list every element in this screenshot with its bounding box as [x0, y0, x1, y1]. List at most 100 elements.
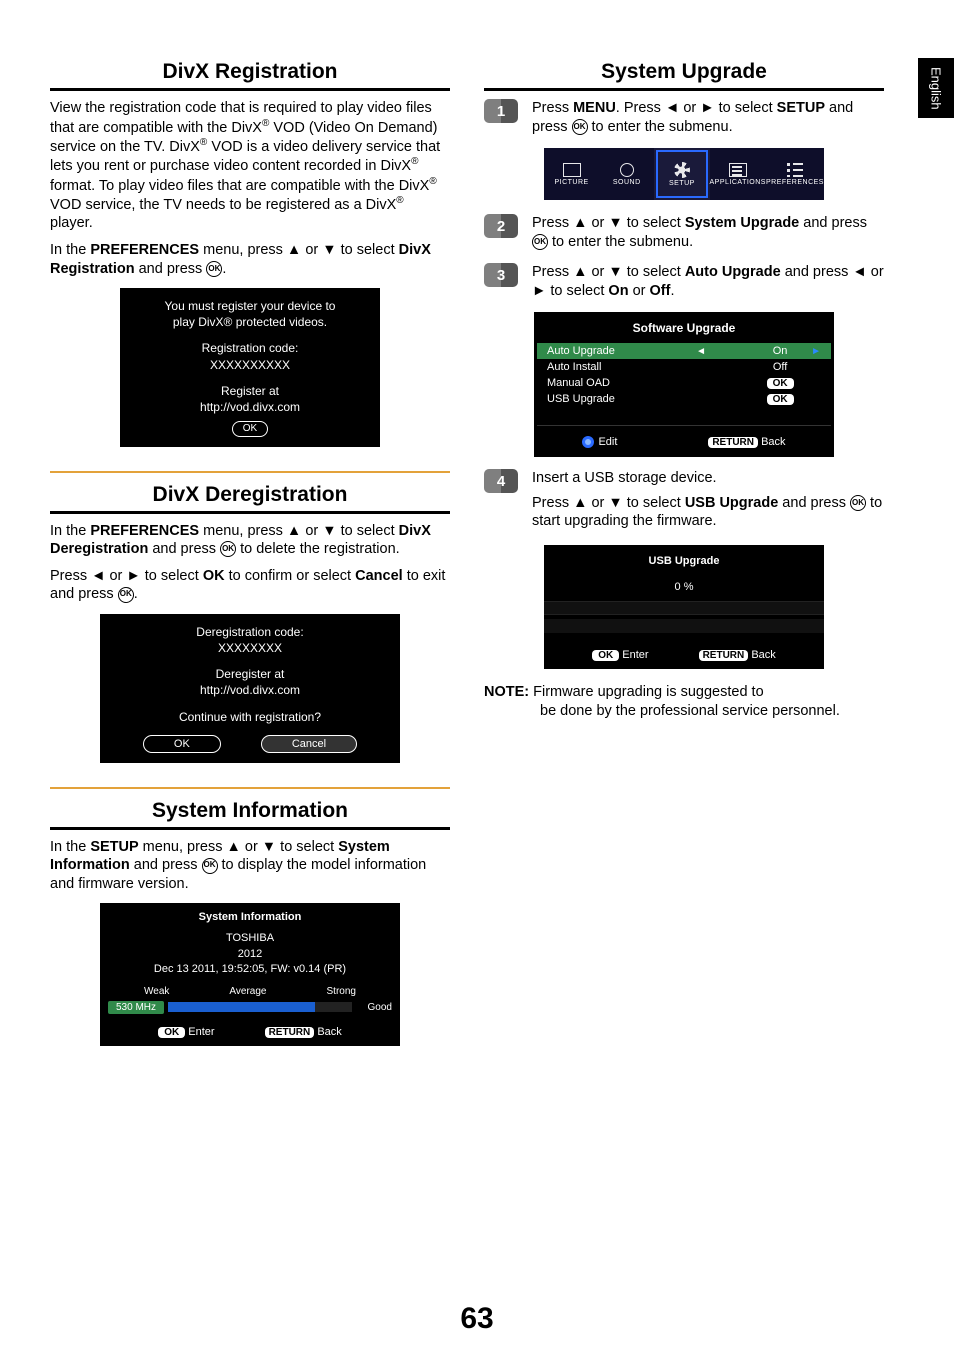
divx-dereg-p1: In the PREFERENCES menu, press ▲ or ▼ to… [50, 522, 450, 559]
system-information-heading: System Information [50, 799, 450, 830]
ok-button[interactable]: OK [143, 735, 221, 753]
divx-reg-instruction: In the PREFERENCES menu, press ▲ or ▼ to… [50, 241, 450, 278]
signal-strong: Strong [327, 986, 356, 997]
t: MENU [573, 100, 616, 116]
t: to enter the submenu. [548, 234, 693, 250]
setup-menu-bar: PICTURE SOUND SETUP APPLICATIONS PREFERE… [544, 148, 824, 200]
divider [50, 787, 450, 789]
t: In the [50, 839, 90, 855]
menu-preferences[interactable]: PREFERENCES [766, 148, 824, 200]
menu-sound[interactable]: SOUND [599, 148, 654, 200]
t: menu, press ▲ or ▼ to select [199, 523, 399, 539]
ok-enter: OK Enter [592, 649, 648, 661]
signal-bar [168, 1002, 352, 1012]
row-label: USB Upgrade [547, 393, 647, 405]
register-url: http://vod.divx.com [128, 399, 372, 415]
panel-line: play DivX® protected videos. [128, 314, 372, 330]
sw-panel-title: Software Upgrade [537, 315, 831, 343]
disc-icon [582, 436, 594, 448]
divx-dereg-p2: Press ◄ or ► to select OK to confirm or … [50, 567, 450, 604]
row-manual-oad[interactable]: Manual OAD OK ► [537, 375, 831, 391]
t: USB Upgrade [685, 495, 778, 511]
note: NOTE: Firmware upgrading is suggested to… [484, 683, 884, 721]
ok-icon: OK [118, 587, 134, 603]
ok-badge: OK [158, 1027, 185, 1038]
menu-label: SETUP [669, 180, 695, 187]
t: Cancel [355, 568, 403, 584]
cancel-button[interactable]: Cancel [261, 735, 357, 753]
ok-button[interactable]: OK [232, 421, 268, 437]
note-label: NOTE: [484, 684, 529, 700]
step-2: 2 Press ▲ or ▼ to select System Upgrade … [484, 214, 884, 251]
divx-deregistration-heading: DivX Deregistration [50, 483, 450, 514]
divx-reg-paragraph: View the registration code that is requi… [50, 99, 450, 233]
t: SETUP [777, 100, 825, 116]
t: Press ▲ or ▼ to select [532, 215, 685, 231]
t: In the [50, 523, 90, 539]
panel-line: You must register your device to [128, 298, 372, 314]
row-label: Manual OAD [547, 377, 647, 389]
ok-icon: OK [202, 858, 218, 874]
sysinfo-panel-title: System Information [100, 903, 400, 929]
signal-average: Average [229, 986, 266, 997]
divx-dereg-panel: Deregistration code: XXXXXXXX Deregister… [100, 614, 400, 763]
t: menu, press ▲ or ▼ to select [199, 242, 399, 258]
reg-mark: ® [396, 195, 403, 206]
register-at: Register at [128, 383, 372, 399]
ok-icon: OK [206, 261, 222, 277]
reg-code-value: XXXXXXXXXX [128, 357, 372, 373]
sysinfo-paragraph: In the SETUP menu, press ▲ or ▼ to selec… [50, 838, 450, 894]
divider [50, 471, 450, 473]
return-back: RETURN Back [265, 1026, 342, 1038]
t: PREFERENCES [90, 523, 199, 539]
sound-icon [620, 163, 634, 177]
step-number-1: 1 [484, 99, 518, 123]
return-back: RETURN Back [699, 649, 776, 661]
t: VOD service, the TV needs to be register… [50, 197, 396, 213]
year: 2012 [100, 947, 400, 962]
edit-hint: Edit [582, 436, 617, 448]
menu-applications[interactable]: APPLICATIONS [710, 148, 766, 200]
row-auto-upgrade[interactable]: Auto Upgrade ◄ On ► [537, 343, 831, 359]
language-label: English [929, 67, 944, 110]
t: player. [50, 215, 93, 231]
t: Off [650, 283, 671, 299]
row-auto-install[interactable]: Auto Install Off ► [537, 359, 831, 375]
edit-label: Edit [598, 436, 617, 448]
menu-setup[interactable]: SETUP [654, 148, 709, 200]
enter-label: Enter [188, 1026, 214, 1038]
t: OK [203, 568, 225, 584]
menu-picture[interactable]: PICTURE [544, 148, 599, 200]
menu-label: SOUND [613, 179, 641, 186]
t: and press [148, 541, 220, 557]
row-value: On [755, 345, 805, 357]
note-text-cont: be done by the professional service pers… [484, 702, 884, 721]
t: and press [135, 261, 207, 277]
menu-label: PREFERENCES [766, 179, 824, 186]
t: format. To play video files that are com… [50, 178, 429, 194]
build-info: Dec 13 2011, 19:52:05, FW: v0.14 (PR) [100, 962, 400, 977]
enter-label: Enter [622, 649, 648, 661]
signal-weak: Weak [144, 986, 169, 997]
continue-question: Continue with registration? [108, 709, 392, 725]
divx-registration-heading: DivX Registration [50, 60, 450, 91]
dereg-url: http://vod.divx.com [108, 682, 392, 698]
step-1: 1 Press MENU. Press ◄ or ► to select SET… [484, 99, 884, 136]
dereg-at: Deregister at [108, 666, 392, 682]
reg-mark: ® [429, 176, 436, 187]
progress-bar-bg [544, 619, 824, 633]
usb-upgrade-panel: USB Upgrade 0 % OK Enter RETURN Back [544, 545, 824, 669]
usb-panel-title: USB Upgrade [544, 551, 824, 575]
progress-bar [544, 601, 824, 615]
t: Press [532, 100, 573, 116]
right-column: System Upgrade 1 Press MENU. Press ◄ or … [484, 60, 884, 1056]
left-column: DivX Registration View the registration … [50, 60, 450, 1056]
t: On [608, 283, 628, 299]
reg-code-label: Registration code: [128, 340, 372, 356]
return-badge: RETURN [265, 1027, 315, 1038]
ok-icon: OK [572, 119, 588, 135]
t: menu, press ▲ or ▼ to select [139, 839, 339, 855]
row-usb-upgrade[interactable]: USB Upgrade OK ► [537, 391, 831, 407]
menu-label: APPLICATIONS [710, 179, 766, 186]
note-text: Firmware upgrading is suggested to [529, 684, 764, 700]
